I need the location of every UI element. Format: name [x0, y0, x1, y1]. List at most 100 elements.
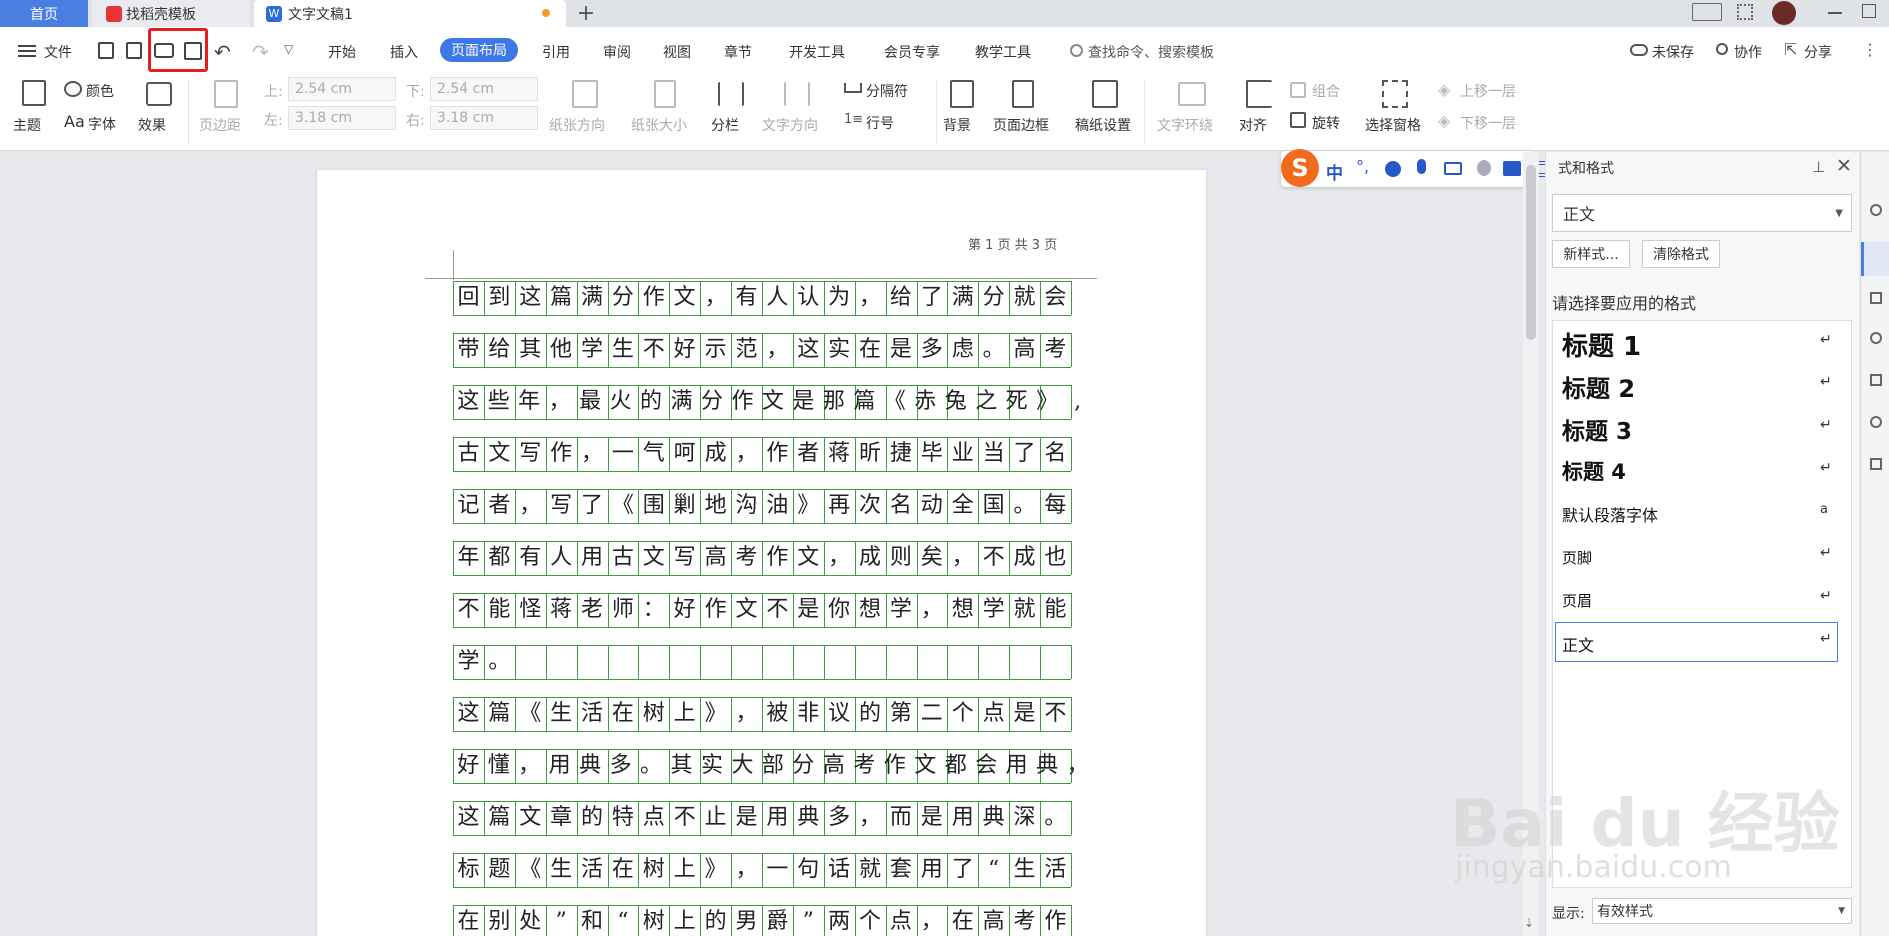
background-icon[interactable]	[950, 80, 974, 108]
avatar[interactable]	[1772, 1, 1796, 25]
effect-button[interactable]: 效果	[138, 115, 166, 135]
microphone-icon[interactable]	[1417, 159, 1426, 174]
text-line[interactable]: 这篇文章的特点不止是用典多，而是用典深。	[453, 801, 1093, 835]
text-line[interactable]: 这些年，最火的满分作文是那篇《赤兔之死》,	[453, 385, 1093, 419]
theme-button[interactable]: 主题	[13, 115, 41, 135]
emoji-icon[interactable]	[1385, 161, 1401, 177]
new-tab-button[interactable]: +	[574, 0, 598, 27]
style-normal[interactable]: 正文	[1562, 632, 1594, 656]
user-icon[interactable]	[1477, 160, 1491, 176]
save-icon[interactable]	[98, 42, 114, 59]
theme-icon[interactable]	[22, 80, 46, 106]
sogou-logo-icon[interactable]: S	[1281, 149, 1319, 187]
menu-file[interactable]: 文件	[44, 42, 72, 62]
text-line[interactable]: 带给其他学生不好示范，这实在是多虑。高考	[453, 333, 1093, 367]
send-backward-button[interactable]: 下移一层	[1460, 113, 1516, 133]
scrollbar-thumb[interactable]	[1526, 165, 1536, 340]
tool-icon[interactable]	[1870, 292, 1882, 304]
align-icon[interactable]	[1246, 80, 1272, 108]
text-line[interactable]: 标题《生活在树上》，一句话就套用了 “生活	[453, 853, 1093, 887]
text-line[interactable]: 学。	[453, 645, 1093, 679]
page-border-button[interactable]: 页面边框	[993, 115, 1049, 135]
collab-button[interactable]: 协作	[1734, 42, 1762, 62]
paper-size-icon[interactable]	[654, 80, 676, 108]
close-icon[interactable]: ✕	[1836, 155, 1852, 177]
clear-format-button[interactable]: 清除格式	[1642, 240, 1720, 268]
apps-grid-icon[interactable]	[1737, 4, 1753, 20]
punctuation-icon[interactable]: °,	[1356, 157, 1369, 176]
text-line[interactable]: 这篇《生活在树上》，被非议的第二个点是不	[453, 697, 1093, 731]
pin-icon[interactable]: ⊥	[1812, 158, 1825, 176]
text-wrap-button[interactable]: 文字环绕	[1157, 115, 1213, 135]
bring-forward-button[interactable]: 上移一层	[1460, 81, 1516, 101]
menu-reference[interactable]: 引用	[542, 42, 570, 62]
tab-home[interactable]: 首页	[0, 0, 88, 27]
menu-view[interactable]: 视图	[663, 42, 691, 62]
style-tool-icon[interactable]	[1861, 242, 1889, 276]
menu-member[interactable]: 会员专享	[884, 42, 940, 62]
tab-template[interactable]: 找稻壳模板	[92, 0, 250, 27]
text-line[interactable]: 古文写作，一气呵成，作者蒋昕捷毕业当了名	[453, 437, 1093, 471]
margins-button[interactable]: 页边距	[199, 115, 241, 135]
text-line[interactable]: 回到这篇满分作文，有人认为，给了满分就会	[453, 281, 1093, 315]
show-filter-select[interactable]: 有效样式 ▼	[1592, 898, 1852, 924]
text-line[interactable]: 年都有人用古文写高考作文，成则矣，不成也	[453, 541, 1093, 575]
rotate-button[interactable]: 旋转	[1312, 113, 1340, 133]
share-button[interactable]: 分享	[1804, 42, 1832, 62]
style-header[interactable]: 页眉	[1562, 590, 1592, 611]
selection-pane-button[interactable]: 选择窗格	[1365, 115, 1421, 135]
text-wrap-icon[interactable]	[1178, 82, 1206, 106]
tool-icon[interactable]	[1870, 204, 1882, 216]
text-direction-button[interactable]: 文字方向	[762, 115, 818, 135]
tab-document[interactable]: W 文字文稿1	[254, 0, 566, 27]
style-footer[interactable]: 页脚	[1562, 547, 1592, 568]
columns-icon[interactable]	[718, 82, 744, 106]
redo-icon[interactable]: ↷	[252, 40, 269, 64]
menu-dev-tools[interactable]: 开发工具	[789, 42, 845, 62]
tool-icon[interactable]	[1870, 374, 1882, 386]
paper-size-button[interactable]: 纸张大小	[631, 115, 687, 135]
style-normal-selected[interactable]	[1555, 622, 1838, 662]
effect-icon[interactable]	[146, 82, 172, 106]
keyboard-icon[interactable]	[1444, 162, 1462, 175]
columns-button[interactable]: 分栏	[711, 115, 739, 135]
tool-icon[interactable]	[1870, 332, 1882, 344]
new-style-button[interactable]: 新样式...	[1552, 240, 1630, 268]
align-button[interactable]: 对齐	[1239, 115, 1267, 135]
page-border-icon[interactable]	[1012, 80, 1034, 108]
text-line[interactable]: 记者，写了《围剿地沟油》再次名动全国。每	[453, 489, 1093, 523]
color-button[interactable]: 颜色	[86, 81, 114, 101]
quick-access-more-icon[interactable]: ▽	[284, 42, 293, 56]
restore-icon[interactable]	[1862, 4, 1876, 18]
top-margin-input[interactable]: 2.54 cm	[288, 77, 396, 101]
text-line[interactable]: 不能怪蒋老师：好作文不是你想学，想学就能	[453, 593, 1093, 627]
background-button[interactable]: 背景	[943, 115, 971, 135]
search-command[interactable]: 查找命令、搜索模板	[1088, 42, 1214, 62]
style-heading-2[interactable]: 标题 2	[1562, 369, 1635, 404]
font-button[interactable]: 字体	[88, 114, 116, 134]
menu-chapter[interactable]: 章节	[724, 42, 752, 62]
menu-teaching[interactable]: 教学工具	[975, 42, 1031, 62]
ime-mode-chinese[interactable]: 中	[1326, 159, 1343, 184]
export-pdf-icon[interactable]	[126, 42, 142, 59]
paper-setup-button[interactable]: 稿纸设置	[1075, 115, 1131, 135]
group-button[interactable]: 组合	[1312, 81, 1340, 101]
right-margin-input[interactable]: 3.18 cm	[430, 106, 538, 130]
tool-icon[interactable]	[1870, 458, 1882, 470]
skin-shirt-icon[interactable]	[1503, 161, 1521, 176]
minimize-icon[interactable]	[1828, 12, 1842, 14]
line-number-button[interactable]: 行号	[866, 113, 894, 133]
current-style-select[interactable]: 正文 ▼	[1552, 194, 1852, 232]
hamburger-icon[interactable]	[18, 45, 36, 57]
text-line[interactable]: 在别处” 和 “树上的男爵” 两个点，在高考作	[453, 905, 1093, 936]
paper-setup-icon[interactable]	[1092, 80, 1118, 108]
menu-insert[interactable]: 插入	[390, 42, 418, 62]
unsaved-status[interactable]: 未保存	[1652, 42, 1694, 62]
menu-start[interactable]: 开始	[328, 42, 356, 62]
style-heading-4[interactable]: 标题 4	[1562, 456, 1626, 486]
text-direction-icon[interactable]	[784, 82, 810, 106]
separator-button[interactable]: 分隔符	[866, 81, 908, 101]
margins-icon[interactable]	[214, 80, 238, 108]
left-margin-input[interactable]: 3.18 cm	[288, 106, 396, 130]
menu-review[interactable]: 审阅	[603, 42, 631, 62]
